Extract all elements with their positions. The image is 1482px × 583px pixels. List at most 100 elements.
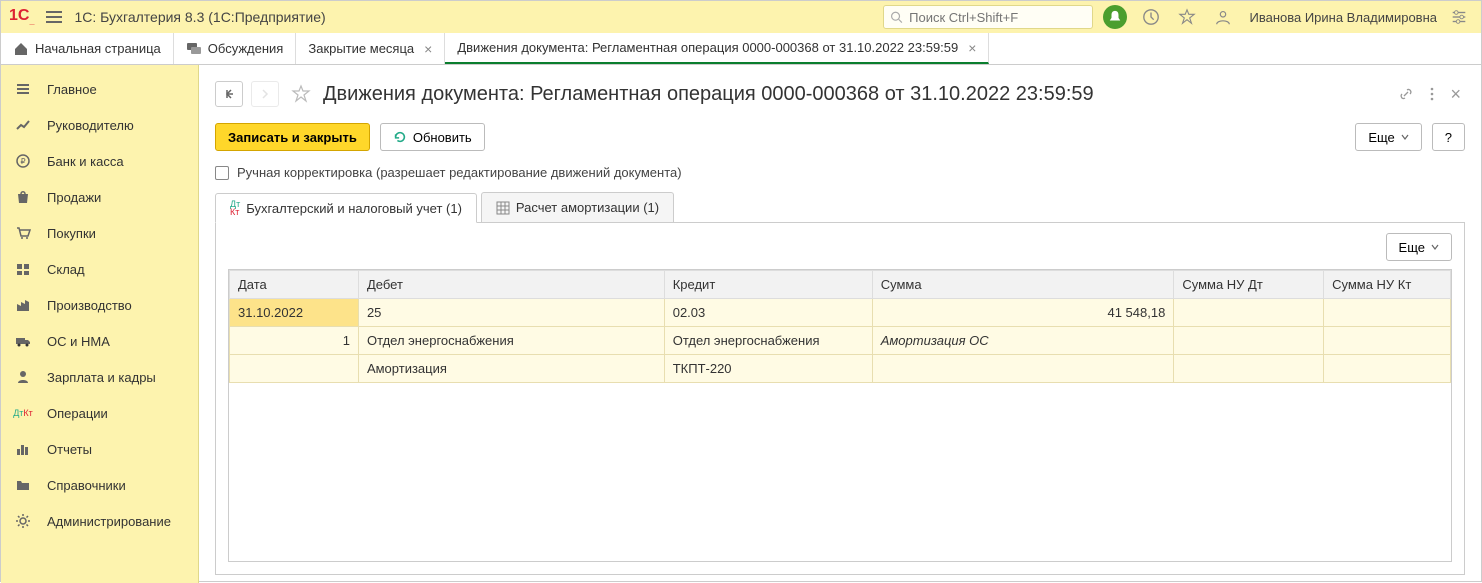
sidebar-item-reports[interactable]: Отчеты xyxy=(1,431,198,467)
page-title: Движения документа: Регламентная операци… xyxy=(323,83,1386,106)
top-bar: 1С_ 1С: Бухгалтерия 8.3 (1С:Предприятие)… xyxy=(1,1,1481,33)
refresh-icon xyxy=(393,130,407,144)
sidebar-item-admin[interactable]: Администрирование xyxy=(1,503,198,539)
grid-toolbar: Еще xyxy=(228,233,1452,269)
bars-icon xyxy=(13,439,33,459)
user-icon[interactable] xyxy=(1209,3,1237,31)
cell-debit-sub1: Отдел энергоснабжения xyxy=(358,327,664,355)
cell-date: 31.10.2022 xyxy=(230,299,359,327)
settings-icon[interactable] xyxy=(1445,3,1473,31)
sidebar-item-assets[interactable]: ОС и НМА xyxy=(1,323,198,359)
tab-document-movements[interactable]: Движения документа: Регламентная операци… xyxy=(445,33,989,64)
search-input[interactable] xyxy=(883,5,1093,29)
bag-icon xyxy=(13,187,33,207)
sidebar-item-sales[interactable]: Продажи xyxy=(1,179,198,215)
document-tabs: ДтКт Бухгалтерский и налоговый учет (1) … xyxy=(215,192,1465,223)
list-icon xyxy=(13,79,33,99)
back-button[interactable] xyxy=(215,81,243,107)
tab-accounting[interactable]: ДтКт Бухгалтерский и налоговый учет (1) xyxy=(215,193,477,223)
dt-kt-icon: ДтКт xyxy=(13,403,33,423)
more-button[interactable]: Еще xyxy=(1355,123,1421,151)
grid-container: Еще Дата Дебет Кредит Сумма Сумма НУ Дт … xyxy=(215,223,1465,575)
boxes-icon xyxy=(13,259,33,279)
manual-adjust-row: Ручная корректировка (разрешает редактир… xyxy=(215,161,1465,192)
col-date[interactable]: Дата xyxy=(230,271,359,299)
ruble-icon: ₽ xyxy=(13,151,33,171)
layout: Главное Руководителю ₽ Банк и касса Прод… xyxy=(1,65,1481,583)
cell-credit-acct: 02.03 xyxy=(664,299,872,327)
page-header: Движения документа: Регламентная операци… xyxy=(215,73,1465,119)
app-title: 1С: Бухгалтерия 8.3 (1С:Предприятие) xyxy=(74,9,325,25)
star-icon[interactable] xyxy=(287,84,315,104)
link-icon[interactable] xyxy=(1394,86,1418,102)
cell-debit-sub2: Амортизация xyxy=(358,355,664,383)
sidebar-item-directories[interactable]: Справочники xyxy=(1,467,198,503)
person-icon xyxy=(13,367,33,387)
more-icon[interactable] xyxy=(1426,86,1438,102)
sidebar-item-main[interactable]: Главное xyxy=(1,71,198,107)
sidebar-item-operations[interactable]: ДтКт Операции xyxy=(1,395,198,431)
folder-icon xyxy=(13,475,33,495)
refresh-button[interactable]: Обновить xyxy=(380,123,485,151)
chevron-down-icon xyxy=(1401,133,1409,141)
close-button[interactable]: × xyxy=(1446,84,1465,105)
sidebar-item-hr[interactable]: Зарплата и кадры xyxy=(1,359,198,395)
tab-discussions[interactable]: Обсуждения xyxy=(174,33,297,64)
table-row[interactable]: 1 Отдел энергоснабжения Отдел энергоснаб… xyxy=(230,327,1451,355)
col-credit[interactable]: Кредит xyxy=(664,271,872,299)
star-icon[interactable] xyxy=(1173,3,1201,31)
cell-rownum: 1 xyxy=(230,327,359,355)
col-sum[interactable]: Сумма xyxy=(872,271,1174,299)
tab-home[interactable]: Начальная страница xyxy=(1,33,174,64)
sidebar-item-production[interactable]: Производство xyxy=(1,287,198,323)
cell-sum-note: Амортизация ОС xyxy=(872,327,1174,355)
notifications-icon[interactable] xyxy=(1101,3,1129,31)
manual-adjust-label: Ручная корректировка (разрешает редактир… xyxy=(237,165,682,180)
user-name: Иванова Ирина Владимировна xyxy=(1249,10,1437,25)
table-icon xyxy=(496,201,510,215)
svg-text:₽: ₽ xyxy=(20,157,25,166)
search-icon xyxy=(890,10,903,24)
chevron-down-icon xyxy=(1431,243,1439,251)
gear-icon xyxy=(13,511,33,531)
sidebar-item-manager[interactable]: Руководителю xyxy=(1,107,198,143)
col-debit[interactable]: Дебет xyxy=(358,271,664,299)
tab-depreciation[interactable]: Расчет амортизации (1) xyxy=(481,192,674,222)
tabs-bar: Начальная страница Обсуждения Закрытие м… xyxy=(1,33,1481,65)
hamburger-icon[interactable] xyxy=(42,7,66,27)
truck-icon xyxy=(13,331,33,351)
help-button[interactable]: ? xyxy=(1432,123,1465,151)
dt-kt-icon: ДтКт xyxy=(230,200,240,216)
main-content: Движения документа: Регламентная операци… xyxy=(199,65,1481,583)
home-icon xyxy=(13,41,29,57)
cell-debit-acct: 25 xyxy=(358,299,664,327)
sidebar-item-warehouse[interactable]: Склад xyxy=(1,251,198,287)
forward-button[interactable] xyxy=(251,81,279,107)
table-row[interactable]: 31.10.2022 25 02.03 41 548,18 xyxy=(230,299,1451,327)
history-icon[interactable] xyxy=(1137,3,1165,31)
save-close-button[interactable]: Записать и закрыть xyxy=(215,123,370,151)
manual-adjust-checkbox[interactable] xyxy=(215,166,229,180)
search-text[interactable] xyxy=(909,10,1086,25)
data-table: Дата Дебет Кредит Сумма Сумма НУ Дт Сумм… xyxy=(228,269,1452,562)
sidebar-item-purchases[interactable]: Покупки xyxy=(1,215,198,251)
table-header-row: Дата Дебет Кредит Сумма Сумма НУ Дт Сумм… xyxy=(230,271,1451,299)
chart-up-icon xyxy=(13,115,33,135)
col-sum-nu-kt[interactable]: Сумма НУ Кт xyxy=(1324,271,1451,299)
cart-icon xyxy=(13,223,33,243)
sidebar-item-bank[interactable]: ₽ Банк и касса xyxy=(1,143,198,179)
toolbar: Записать и закрыть Обновить Еще ? xyxy=(215,119,1465,161)
factory-icon xyxy=(13,295,33,315)
table-more-button[interactable]: Еще xyxy=(1386,233,1452,261)
cell-sum-nu-kt xyxy=(1324,299,1451,327)
cell-sum: 41 548,18 xyxy=(872,299,1174,327)
close-icon[interactable]: × xyxy=(968,40,976,56)
table-row[interactable]: Амортизация ТКПТ-220 xyxy=(230,355,1451,383)
tab-month-close[interactable]: Закрытие месяца × xyxy=(296,33,445,64)
close-icon[interactable]: × xyxy=(424,41,432,57)
cell-sum-nu-dt xyxy=(1174,299,1324,327)
col-sum-nu-dt[interactable]: Сумма НУ Дт xyxy=(1174,271,1324,299)
sidebar: Главное Руководителю ₽ Банк и касса Прод… xyxy=(1,65,199,583)
chat-icon xyxy=(186,41,202,57)
cell-credit-sub2: ТКПТ-220 xyxy=(664,355,872,383)
